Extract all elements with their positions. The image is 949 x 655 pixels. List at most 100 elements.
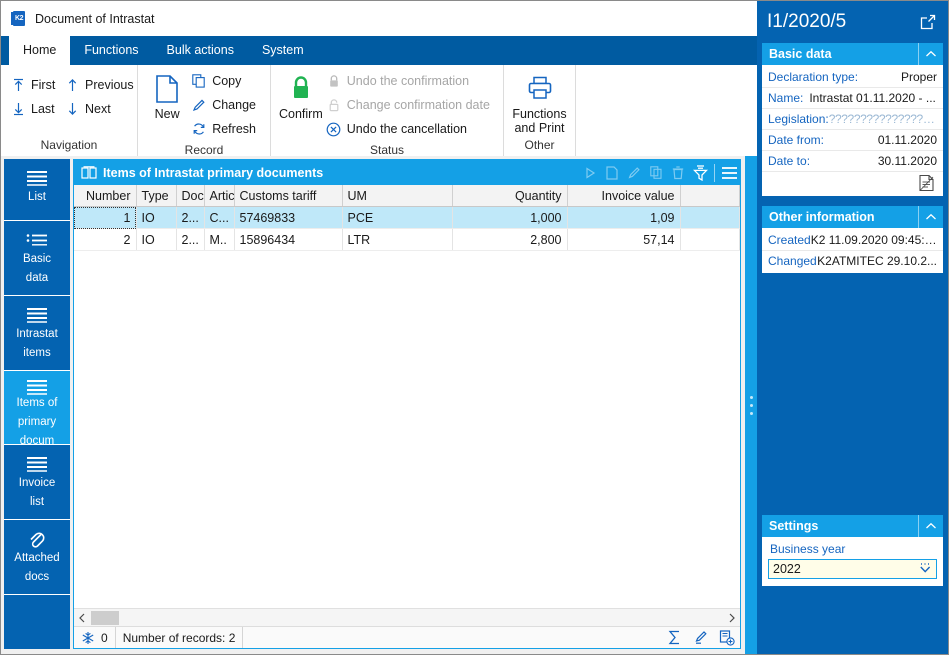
sidebar-label-basic-data-2: data xyxy=(24,272,50,291)
confirm-button[interactable]: Confirm xyxy=(279,69,323,121)
last-button[interactable]: Last xyxy=(9,97,63,121)
sidebar-item-basic-data[interactable]: Basic data xyxy=(4,221,70,296)
change-button[interactable]: Change xyxy=(190,93,262,117)
tab-home[interactable]: Home xyxy=(9,36,70,65)
sidebar-item-items-of-primary-document[interactable]: Items of primary docum xyxy=(4,371,70,445)
sidebar-label-list: List xyxy=(26,190,48,210)
column-header-number[interactable]: Number xyxy=(74,185,136,207)
column-header-type[interactable]: Type xyxy=(136,185,176,207)
previous-button[interactable]: Previous xyxy=(63,73,129,97)
table-row[interactable]: 2 IO 2... M.. 15896434 LTR 2,800 57,14 xyxy=(74,229,740,251)
document-lines-icon[interactable] xyxy=(918,174,935,192)
grid-title-bar: Items of Intrastat primary documents xyxy=(74,160,740,185)
column-header-invoice-value[interactable]: Invoice value xyxy=(567,185,680,207)
cell-quantity: 1,000 xyxy=(452,207,567,229)
change-confirmation-date-button[interactable]: Change confirmation date xyxy=(325,93,496,117)
copy-button[interactable]: Copy xyxy=(190,69,262,93)
delete-record-icon[interactable] xyxy=(667,160,689,185)
sidebar-label-primary-1: Items of xyxy=(15,396,60,416)
tab-system[interactable]: System xyxy=(248,36,318,65)
sidebar-empty-tail xyxy=(4,595,70,649)
snowflake-icon xyxy=(81,631,95,645)
field-date-to[interactable]: Date to: 30.11.2020 xyxy=(762,151,943,172)
edit-record-icon[interactable] xyxy=(623,160,645,185)
column-header-um[interactable]: UM xyxy=(342,185,452,207)
tab-bulk-actions[interactable]: Bulk actions xyxy=(153,36,248,65)
ribbon-group-other: Functions and Print Other xyxy=(504,65,576,156)
column-header-doc[interactable]: Doc xyxy=(176,185,204,207)
details-panel-header: I1/2020/5 xyxy=(757,1,948,43)
column-header-quantity[interactable]: Quantity xyxy=(452,185,567,207)
cell-customs-tariff: 15896434 xyxy=(234,229,342,251)
sidebar-item-list[interactable]: List xyxy=(4,159,70,221)
panel-splitter[interactable] xyxy=(745,156,757,654)
first-button[interactable]: First xyxy=(9,73,63,97)
details-panel: I1/2020/5 Basic data Declaration type: P… xyxy=(757,1,948,654)
popout-icon[interactable] xyxy=(918,12,938,32)
arrow-down-to-line-icon xyxy=(9,100,27,118)
play-icon[interactable] xyxy=(579,160,601,185)
section-title-settings: Settings xyxy=(769,519,818,533)
new-document-icon xyxy=(154,71,180,107)
next-button[interactable]: Next xyxy=(63,97,129,121)
field-date-from[interactable]: Date from: 01.11.2020 xyxy=(762,130,943,151)
first-label: First xyxy=(31,78,55,92)
cell-um: PCE xyxy=(342,207,452,229)
chevron-up-icon[interactable] xyxy=(918,515,943,537)
menu-icon[interactable] xyxy=(718,160,740,185)
sidebar-item-attached-docs[interactable]: Attached docs xyxy=(4,520,70,595)
field-name[interactable]: Name: Intrastat 01.11.2020 - ... xyxy=(762,88,943,109)
sidebar-label-intrastat-items-1: Intrastat xyxy=(14,327,60,347)
column-header-customs-tariff[interactable]: Customs tariff xyxy=(234,185,342,207)
field-changed[interactable]: Changed K2ATMITEC 29.10.2... xyxy=(762,251,943,271)
add-record-icon[interactable] xyxy=(714,627,740,648)
grid-scroll-area: Number Type Doc Artic Customs tariff UM … xyxy=(74,185,740,606)
field-label-legislation: Legislation: xyxy=(768,112,829,126)
chevron-right-icon[interactable] xyxy=(724,609,740,627)
pencil-icon xyxy=(190,96,208,114)
filter-icon[interactable] xyxy=(689,160,711,185)
change-confirmation-date-label: Change confirmation date xyxy=(347,98,490,112)
scrollbar-thumb[interactable] xyxy=(91,611,119,625)
refresh-button[interactable]: Refresh xyxy=(190,117,262,141)
new-button[interactable]: New xyxy=(146,69,188,121)
functions-and-print-button[interactable]: Functions and Print xyxy=(512,69,567,135)
ribbon-group-status: Confirm Undo the confirmation xyxy=(271,65,504,156)
column-header-blank[interactable] xyxy=(680,185,740,207)
field-label-declaration-type: Declaration type: xyxy=(768,70,858,84)
section-header-basic-data[interactable]: Basic data xyxy=(762,43,943,65)
copy-record-icon[interactable] xyxy=(645,160,667,185)
chevron-up-icon[interactable] xyxy=(918,43,943,65)
application-window: K2 Document of Intrastat Home Functions … xyxy=(0,0,949,655)
snowflake-cell[interactable]: 0 xyxy=(74,627,116,648)
business-year-label: Business year xyxy=(768,541,937,559)
field-legislation[interactable]: Legislation: ???????????????????????? xyxy=(762,109,943,130)
column-header-artic[interactable]: Artic xyxy=(204,185,234,207)
grid-title-text: Items of Intrastat primary documents xyxy=(103,166,323,180)
undo-cancellation-button[interactable]: Undo the cancellation xyxy=(325,117,496,141)
sidebar-item-intrastat-items[interactable]: Intrastat items xyxy=(4,296,70,371)
new-record-icon[interactable] xyxy=(601,160,623,185)
dropdown-arrow-icon[interactable] xyxy=(918,561,932,577)
field-value-changed: K2ATMITEC 29.10.2... xyxy=(817,254,937,268)
table-row[interactable]: 1 IO 2... C... 57469833 PCE 1,000 1,09 xyxy=(74,207,740,229)
sidebar-item-invoice-list[interactable]: Invoice list xyxy=(4,445,70,520)
sum-sigma-icon[interactable] xyxy=(662,627,688,648)
pencil-edit-icon[interactable] xyxy=(688,627,714,648)
tab-functions[interactable]: Functions xyxy=(70,36,152,65)
field-label-created: Created xyxy=(768,233,811,247)
business-year-input[interactable]: 2022 xyxy=(768,559,937,579)
table-header-row: Number Type Doc Artic Customs tariff UM … xyxy=(74,185,740,207)
section-header-settings[interactable]: Settings xyxy=(762,515,943,537)
undo-confirmation-button[interactable]: Undo the confirmation xyxy=(325,69,496,93)
chevron-up-icon[interactable] xyxy=(918,206,943,228)
grid-panel: Items of Intrastat primary documents xyxy=(73,159,741,649)
cell-blank xyxy=(680,229,740,251)
refresh-icon xyxy=(190,120,208,138)
chevron-left-icon[interactable] xyxy=(74,609,90,627)
section-header-other-information[interactable]: Other information xyxy=(762,206,943,228)
field-declaration-type[interactable]: Declaration type: Proper xyxy=(762,67,943,88)
horizontal-scrollbar[interactable] xyxy=(74,608,740,627)
field-created[interactable]: Created K2 11.09.2020 09:45:40 xyxy=(762,230,943,251)
copy-label: Copy xyxy=(212,74,241,88)
